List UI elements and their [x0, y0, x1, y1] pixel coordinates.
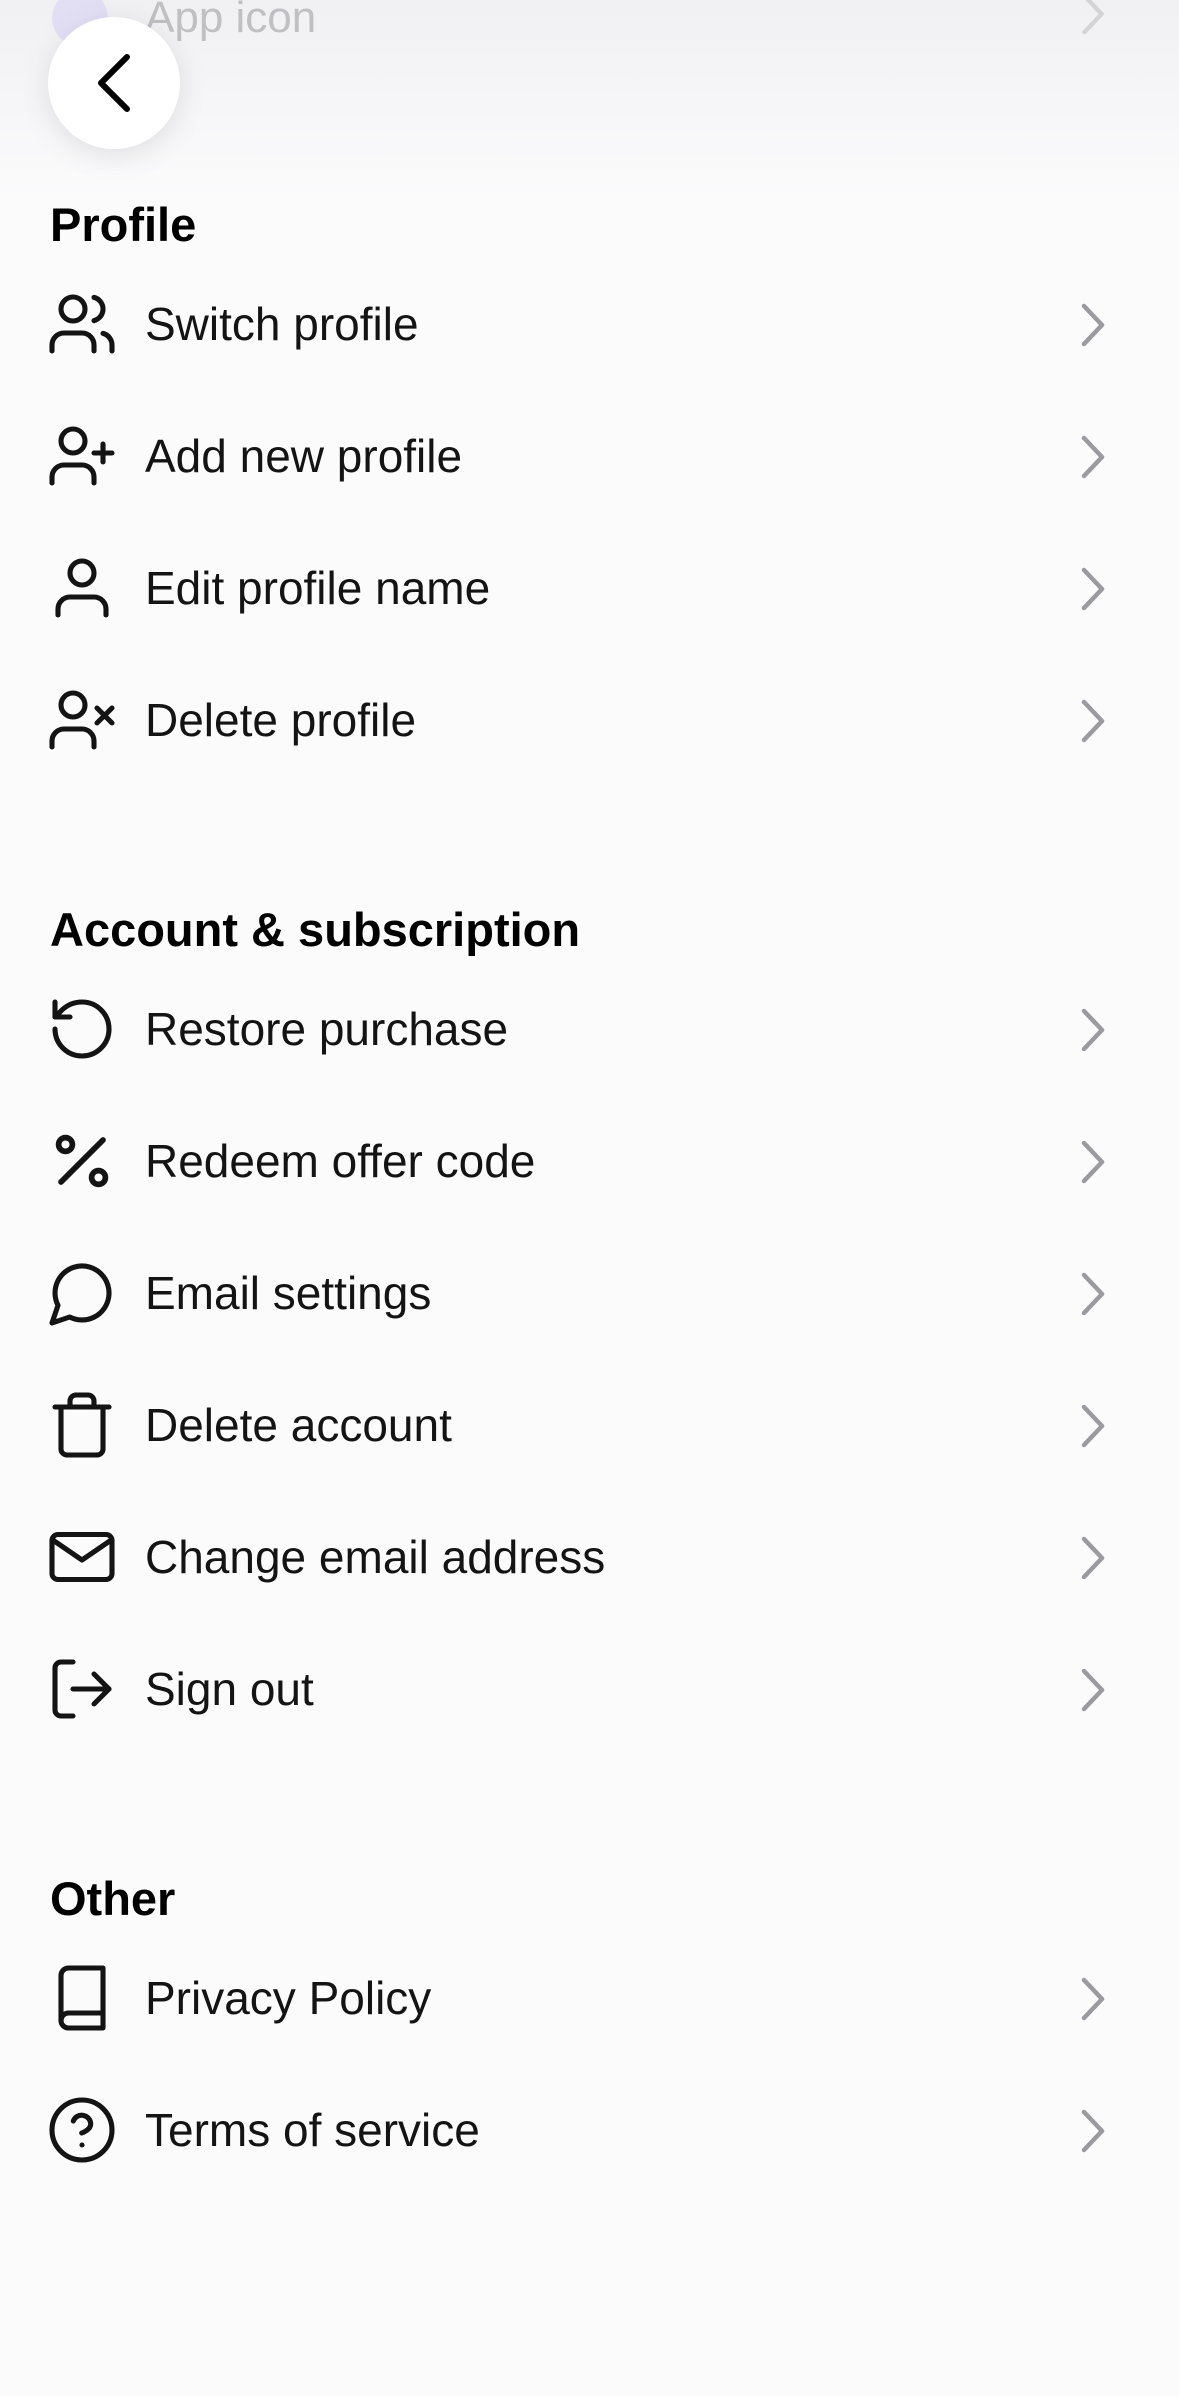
edit-profile-name-label: Edit profile name [145, 562, 491, 614]
delete-account-row[interactable]: Delete account [0, 1359, 1179, 1491]
switch-profile-label: Switch profile [145, 298, 419, 350]
sign-out-row[interactable]: Sign out [0, 1623, 1179, 1755]
chevron-right-icon [1081, 567, 1105, 611]
add-new-profile-label: Add new profile [145, 430, 463, 482]
redeem-offer-code-row[interactable]: Redeem offer code [0, 1095, 1179, 1227]
chevron-right-icon [1081, 699, 1105, 743]
redeem-offer-code-label: Redeem offer code [145, 1135, 536, 1187]
restore-purchase-label: Restore purchase [145, 1003, 509, 1055]
chevron-right-icon [1081, 2109, 1105, 2153]
delete-account-label: Delete account [145, 1399, 452, 1451]
terms-of-service-row[interactable]: Terms of service [0, 2064, 1179, 2196]
trash-icon [46, 1389, 118, 1461]
chevron-right-icon [1081, 435, 1105, 479]
chevron-right-icon [1081, 1272, 1105, 1316]
app-icon-label: App icon [145, 0, 317, 42]
chevron-right-icon [1081, 1404, 1105, 1448]
users-icon [46, 288, 118, 360]
delete-profile-label: Delete profile [145, 694, 417, 746]
email-settings-row[interactable]: Email settings [0, 1227, 1179, 1359]
book-icon [46, 1962, 118, 2034]
mail-icon [46, 1521, 118, 1593]
chevron-right-icon [1082, 0, 1104, 35]
chevron-right-icon [1081, 303, 1105, 347]
back-button[interactable] [48, 17, 180, 149]
restore-purchase-row[interactable]: Restore purchase [0, 963, 1179, 1095]
section-title-account: Account & subscription [50, 903, 581, 956]
chevron-right-icon [1081, 1668, 1105, 1712]
section-title-profile: Profile [50, 198, 197, 251]
add-new-profile-row[interactable]: Add new profile [0, 390, 1179, 522]
chevron-right-icon [1081, 1536, 1105, 1580]
change-email-address-row[interactable]: Change email address [0, 1491, 1179, 1623]
edit-profile-name-row[interactable]: Edit profile name [0, 522, 1179, 654]
rotate-ccw-icon [46, 993, 118, 1065]
message-circle-icon [46, 1257, 118, 1329]
email-settings-label: Email settings [145, 1267, 432, 1319]
terms-of-service-label: Terms of service [145, 2104, 480, 2156]
log-out-icon [46, 1653, 118, 1725]
privacy-policy-label: Privacy Policy [145, 1972, 432, 2024]
change-email-address-label: Change email address [145, 1531, 606, 1583]
user-plus-icon [46, 420, 118, 492]
chevron-left-icon [98, 54, 130, 112]
help-circle-icon [46, 2094, 118, 2166]
user-icon [46, 552, 118, 624]
sign-out-label: Sign out [145, 1663, 314, 1715]
chevron-right-icon [1081, 1977, 1105, 2021]
percent-icon [46, 1125, 118, 1197]
section-title-other: Other [50, 1872, 176, 1925]
switch-profile-row[interactable]: Switch profile [0, 258, 1179, 390]
app-icon-row[interactable]: App icon [0, 0, 1179, 46]
chevron-right-icon [1081, 1140, 1105, 1184]
chevron-right-icon [1081, 1008, 1105, 1052]
privacy-policy-row[interactable]: Privacy Policy [0, 1932, 1179, 2064]
delete-profile-row[interactable]: Delete profile [0, 654, 1179, 786]
user-x-icon [46, 684, 118, 756]
